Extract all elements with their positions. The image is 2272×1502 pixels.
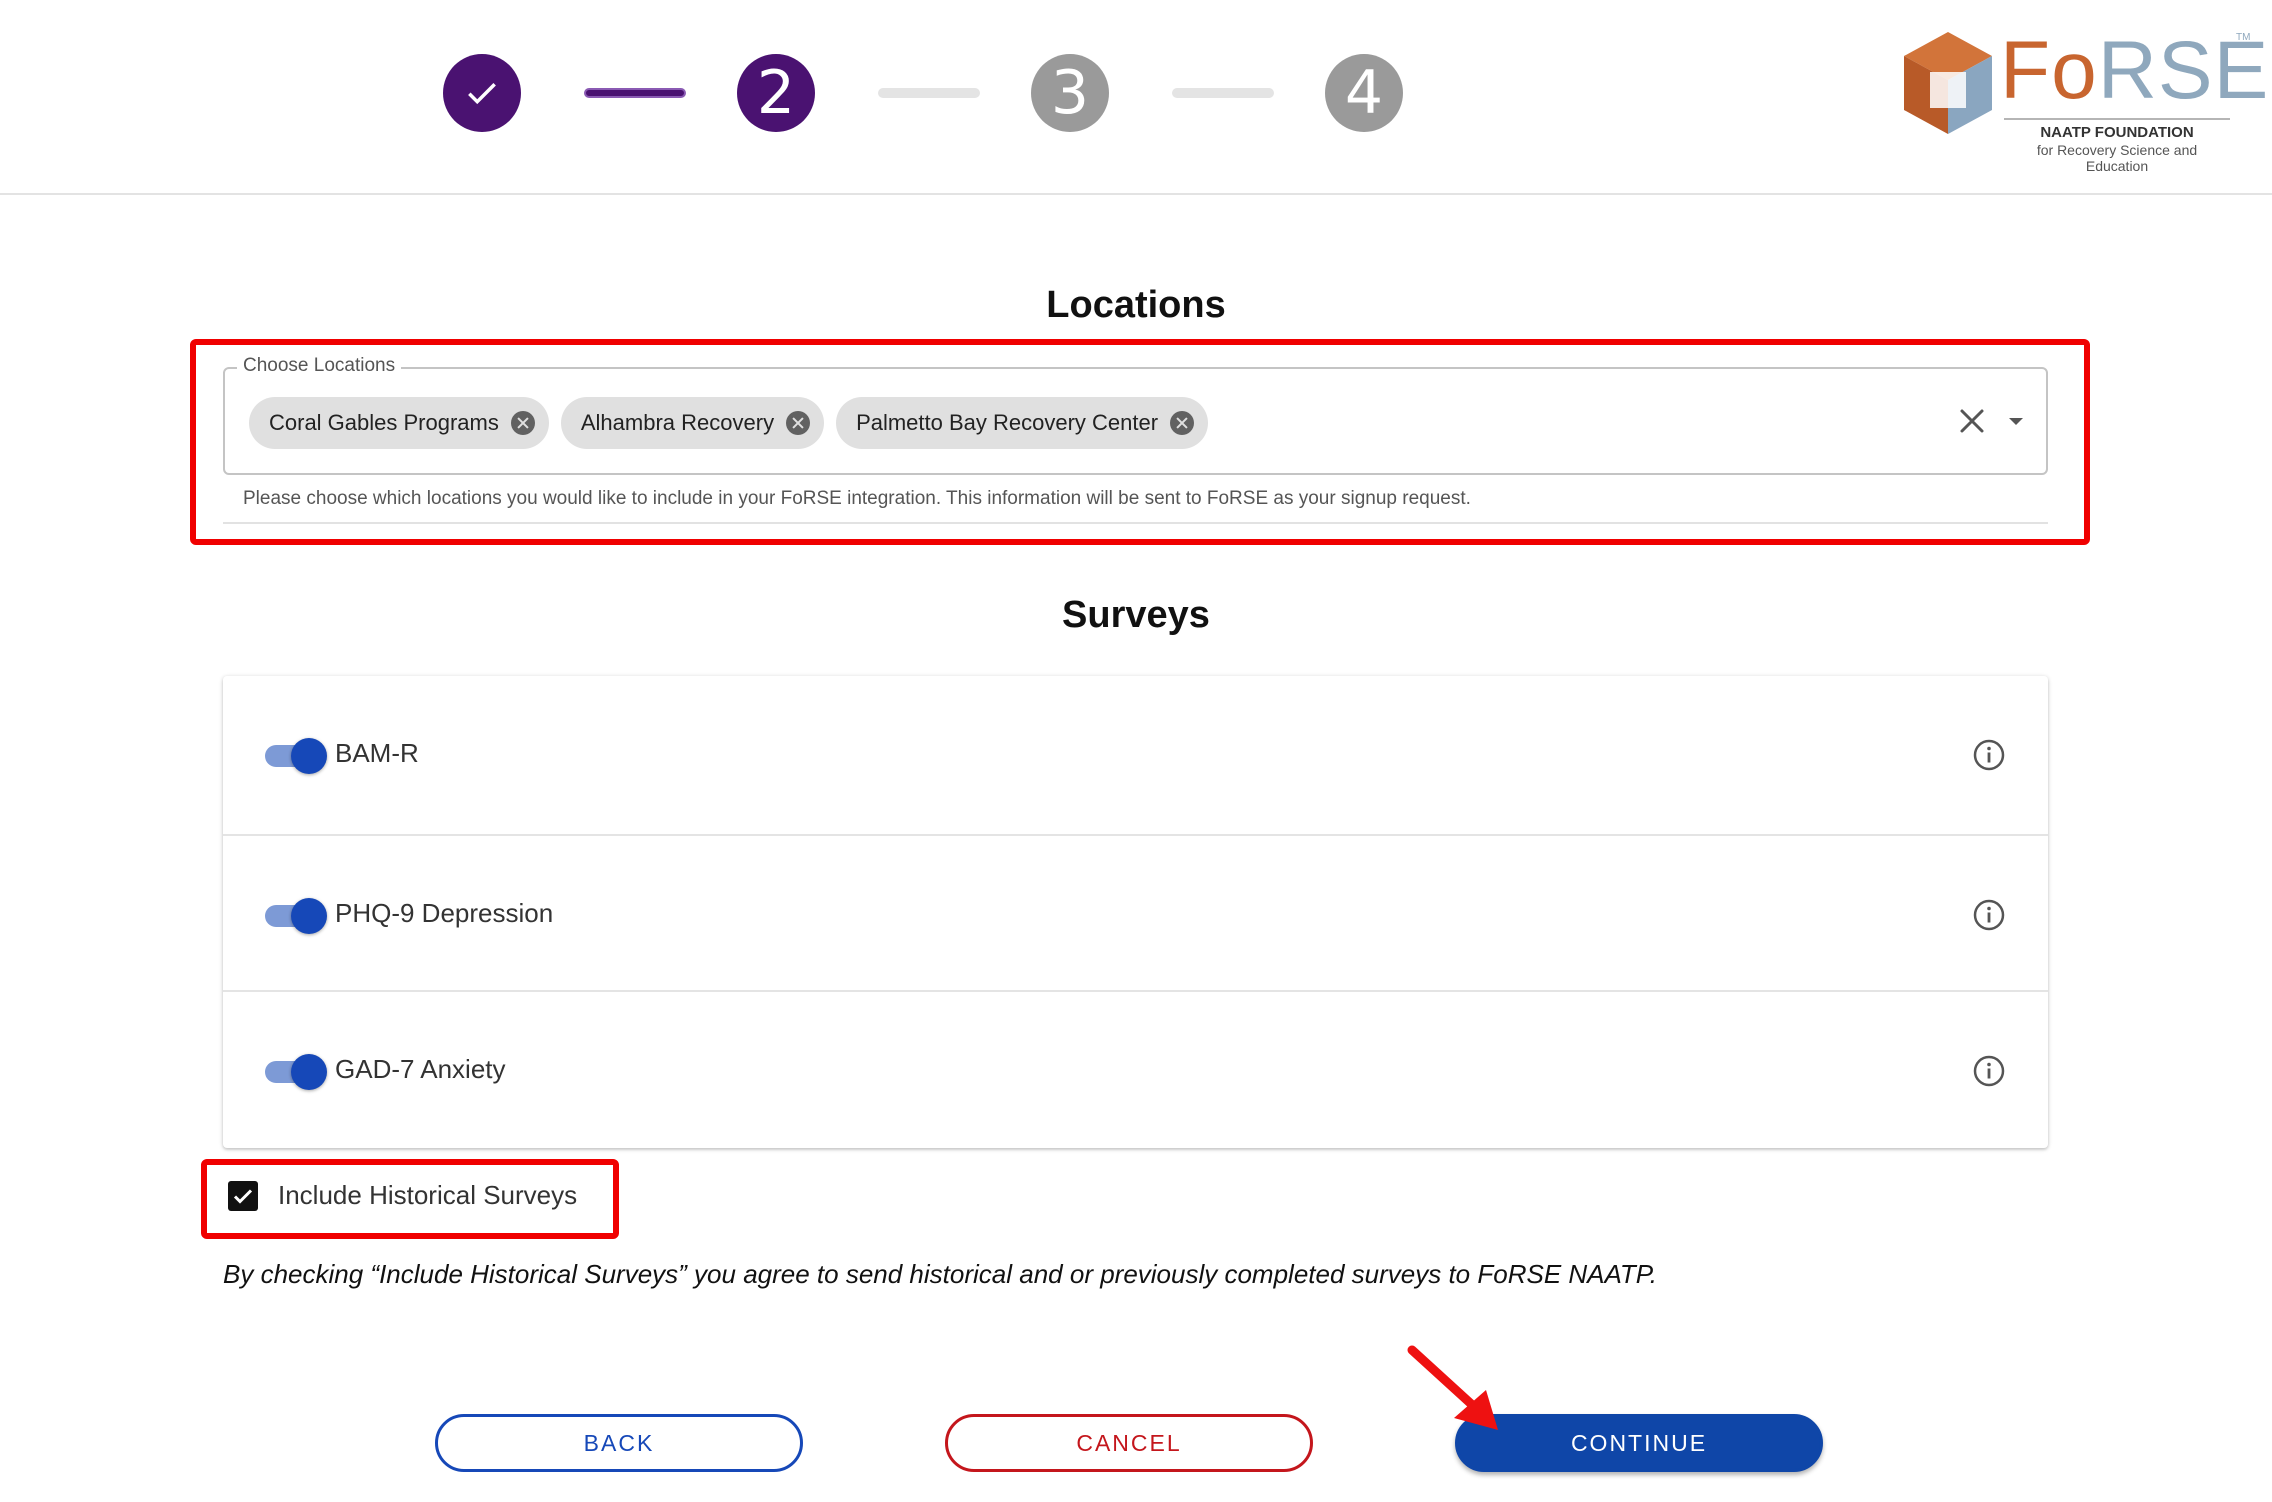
chip-remove-icon[interactable] [1170,411,1195,435]
chip-remove-icon[interactable] [510,411,535,435]
step-3[interactable]: 3 [1031,54,1109,132]
logo-tagline: for Recovery Science and Education [2036,142,2198,174]
logo-foundation-name: NAATP FOUNDATION [2040,124,2194,141]
survey-toggle-bam-r[interactable] [265,736,327,774]
logo-wordmark: FoRSE [2000,25,2270,116]
toggle-thumb [291,898,327,934]
annotation-arrow-icon [1407,1345,1498,1430]
historical-surveys-option[interactable]: Include Historical Surveys [228,1180,577,1211]
dropdown-arrow-icon[interactable] [2000,405,2032,437]
step-4[interactable]: 4 [1325,54,1403,132]
step-1-complete[interactable] [443,54,521,132]
historical-disclaimer: By checking “Include Historical Surveys”… [223,1259,1658,1289]
back-button[interactable]: BACK [435,1414,803,1472]
toggle-thumb [291,1054,327,1090]
check-icon [233,1188,253,1204]
location-chip-label: Coral Gables Programs [269,410,499,435]
clear-all-icon[interactable] [1952,401,1992,441]
survey-row-phq-9: PHQ-9 Depression [223,834,2048,990]
survey-toggle-gad-7[interactable] [265,1052,327,1090]
chip-remove-icon[interactable] [786,411,811,435]
historical-surveys-checkbox[interactable] [228,1180,258,1211]
locations-title: Locations [1046,284,1226,326]
surveys-title: Surveys [1062,594,1210,636]
continue-button[interactable]: CONTINUE [1455,1414,1823,1472]
location-chip-label: Palmetto Bay Recovery Center [856,410,1159,435]
survey-row-bam-r: BAM-R [223,676,2048,832]
historical-surveys-label[interactable]: Include Historical Surveys [278,1180,577,1211]
survey-label: GAD-7 Anxiety [335,1054,506,1084]
step-connector-1 [584,88,686,98]
logo-trademark: TM [2236,32,2251,43]
location-chip[interactable]: Palmetto Bay Recovery Center [836,397,1209,449]
survey-label: BAM-R [335,738,419,768]
check-icon [468,83,496,105]
location-chip[interactable]: Coral Gables Programs [249,397,549,449]
logo-divider [2004,118,2230,120]
info-icon[interactable] [1972,898,2006,932]
step-connector-3 [1172,88,1274,98]
toggle-thumb [291,738,327,774]
survey-toggle-phq-9[interactable] [265,896,327,934]
location-chip-label: Alhambra Recovery [580,410,775,435]
locations-select-label: Choose Locations [237,355,402,377]
info-icon[interactable] [1972,738,2006,772]
survey-label: PHQ-9 Depression [335,898,554,928]
locations-select[interactable]: Choose Locations Coral Gables Programs A… [223,355,2048,475]
header: 2 3 4 FoRSE TM NAATP FOUNDATION for Reco… [0,0,2272,195]
location-chip[interactable]: Alhambra Recovery [560,397,825,449]
survey-row-gad-7: GAD-7 Anxiety [223,990,2048,1146]
surveys-card: BAM-R PHQ-9 Depression GAD-7 Anxiety [223,676,2048,1148]
step-connector-2 [878,88,980,98]
forse-cube-icon [1904,32,1992,134]
info-icon[interactable] [1972,1054,2006,1088]
locations-chip-list: Coral Gables Programs Alhambra Recovery … [249,397,1209,449]
step-2-current[interactable]: 2 [737,54,815,132]
locations-helper-text: Please choose which locations you would … [243,488,1471,509]
forse-logo: FoRSE TM NAATP FOUNDATION for Recovery S… [1900,26,2268,174]
divider [223,522,2048,524]
cancel-button[interactable]: CANCEL [945,1414,1313,1472]
